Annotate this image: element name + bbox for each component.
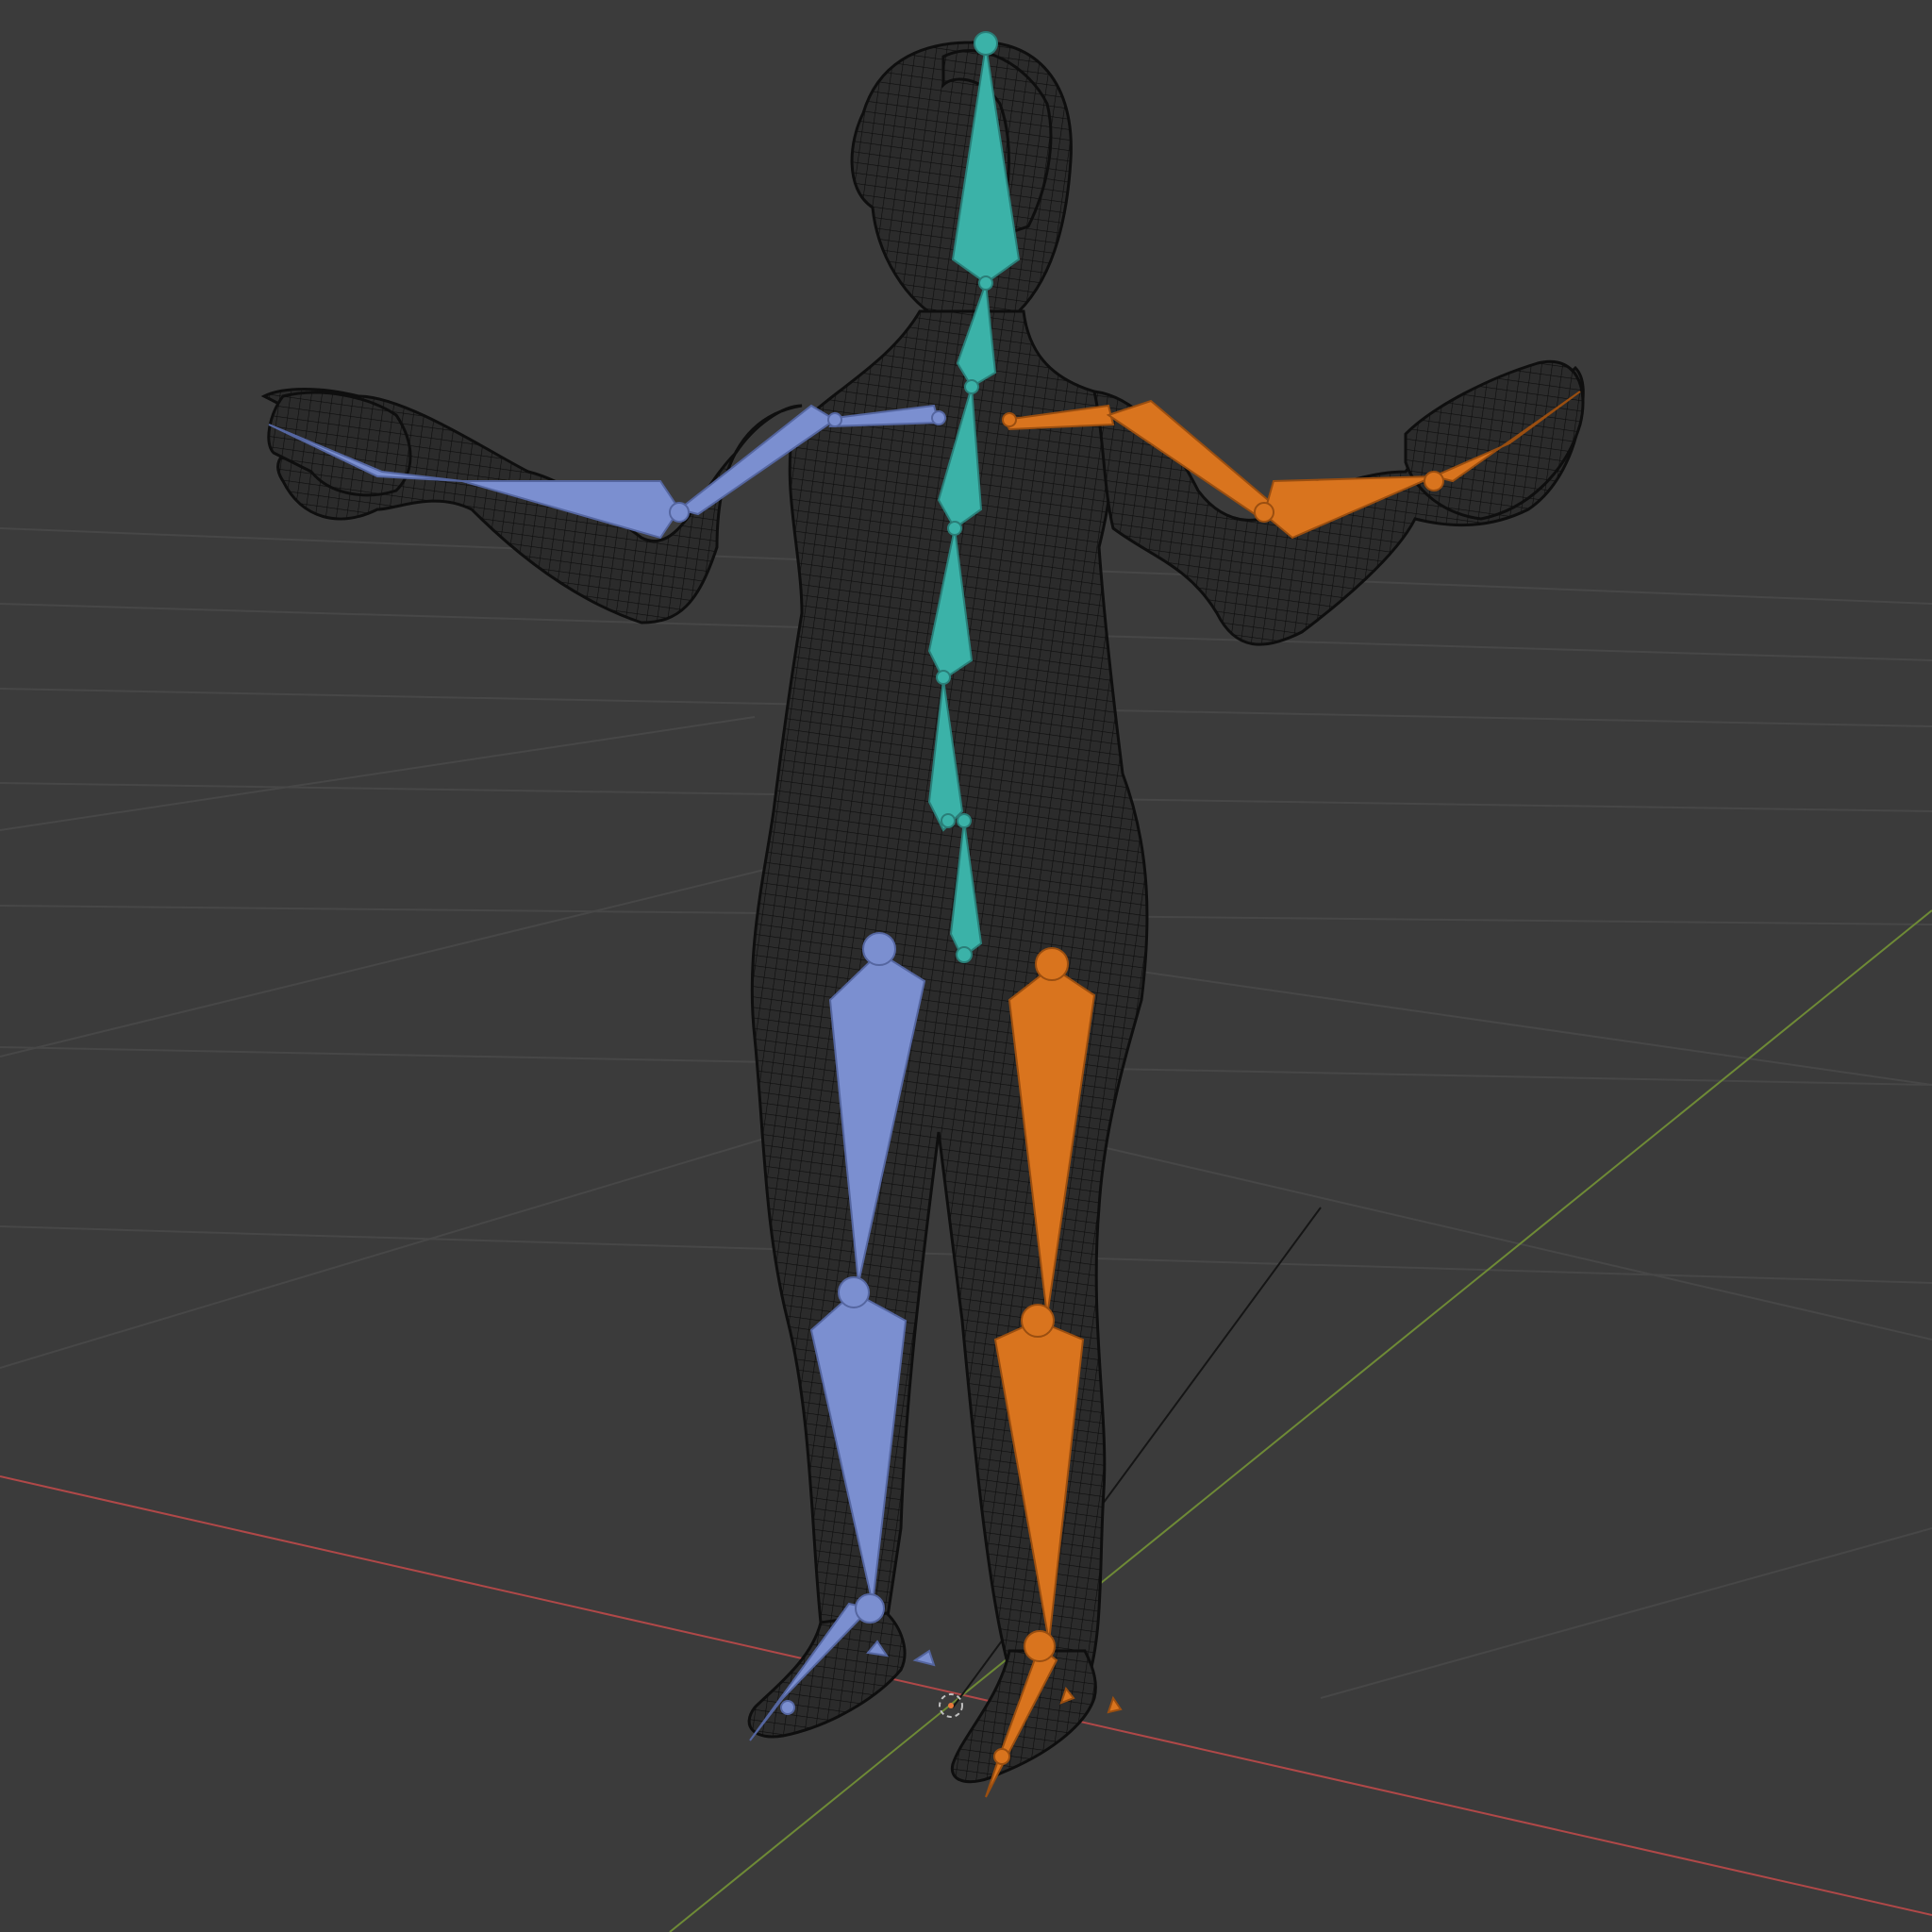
3d-viewport[interactable] bbox=[0, 0, 1932, 1932]
joint-hip-left bbox=[862, 932, 896, 966]
mesh-hand-right bbox=[1404, 359, 1585, 521]
joint-knee-left bbox=[838, 1276, 870, 1308]
character-mesh[interactable] bbox=[260, 41, 1585, 1784]
bone-toe-left bbox=[912, 1649, 936, 1667]
3d-cursor-icon[interactable] bbox=[939, 1693, 963, 1718]
joint-hip-right bbox=[1035, 947, 1069, 981]
viewport-canvas[interactable] bbox=[0, 0, 1932, 1932]
joint-ankle-right bbox=[1024, 1630, 1056, 1662]
bone-toe2-right bbox=[1107, 1695, 1123, 1714]
mesh-foot-left bbox=[747, 1611, 907, 1739]
joint-ankle-left bbox=[855, 1593, 885, 1624]
joint-knee-right bbox=[1021, 1304, 1055, 1338]
joint-head-tip bbox=[974, 31, 998, 56]
x-axis-line bbox=[0, 1475, 1932, 1916]
